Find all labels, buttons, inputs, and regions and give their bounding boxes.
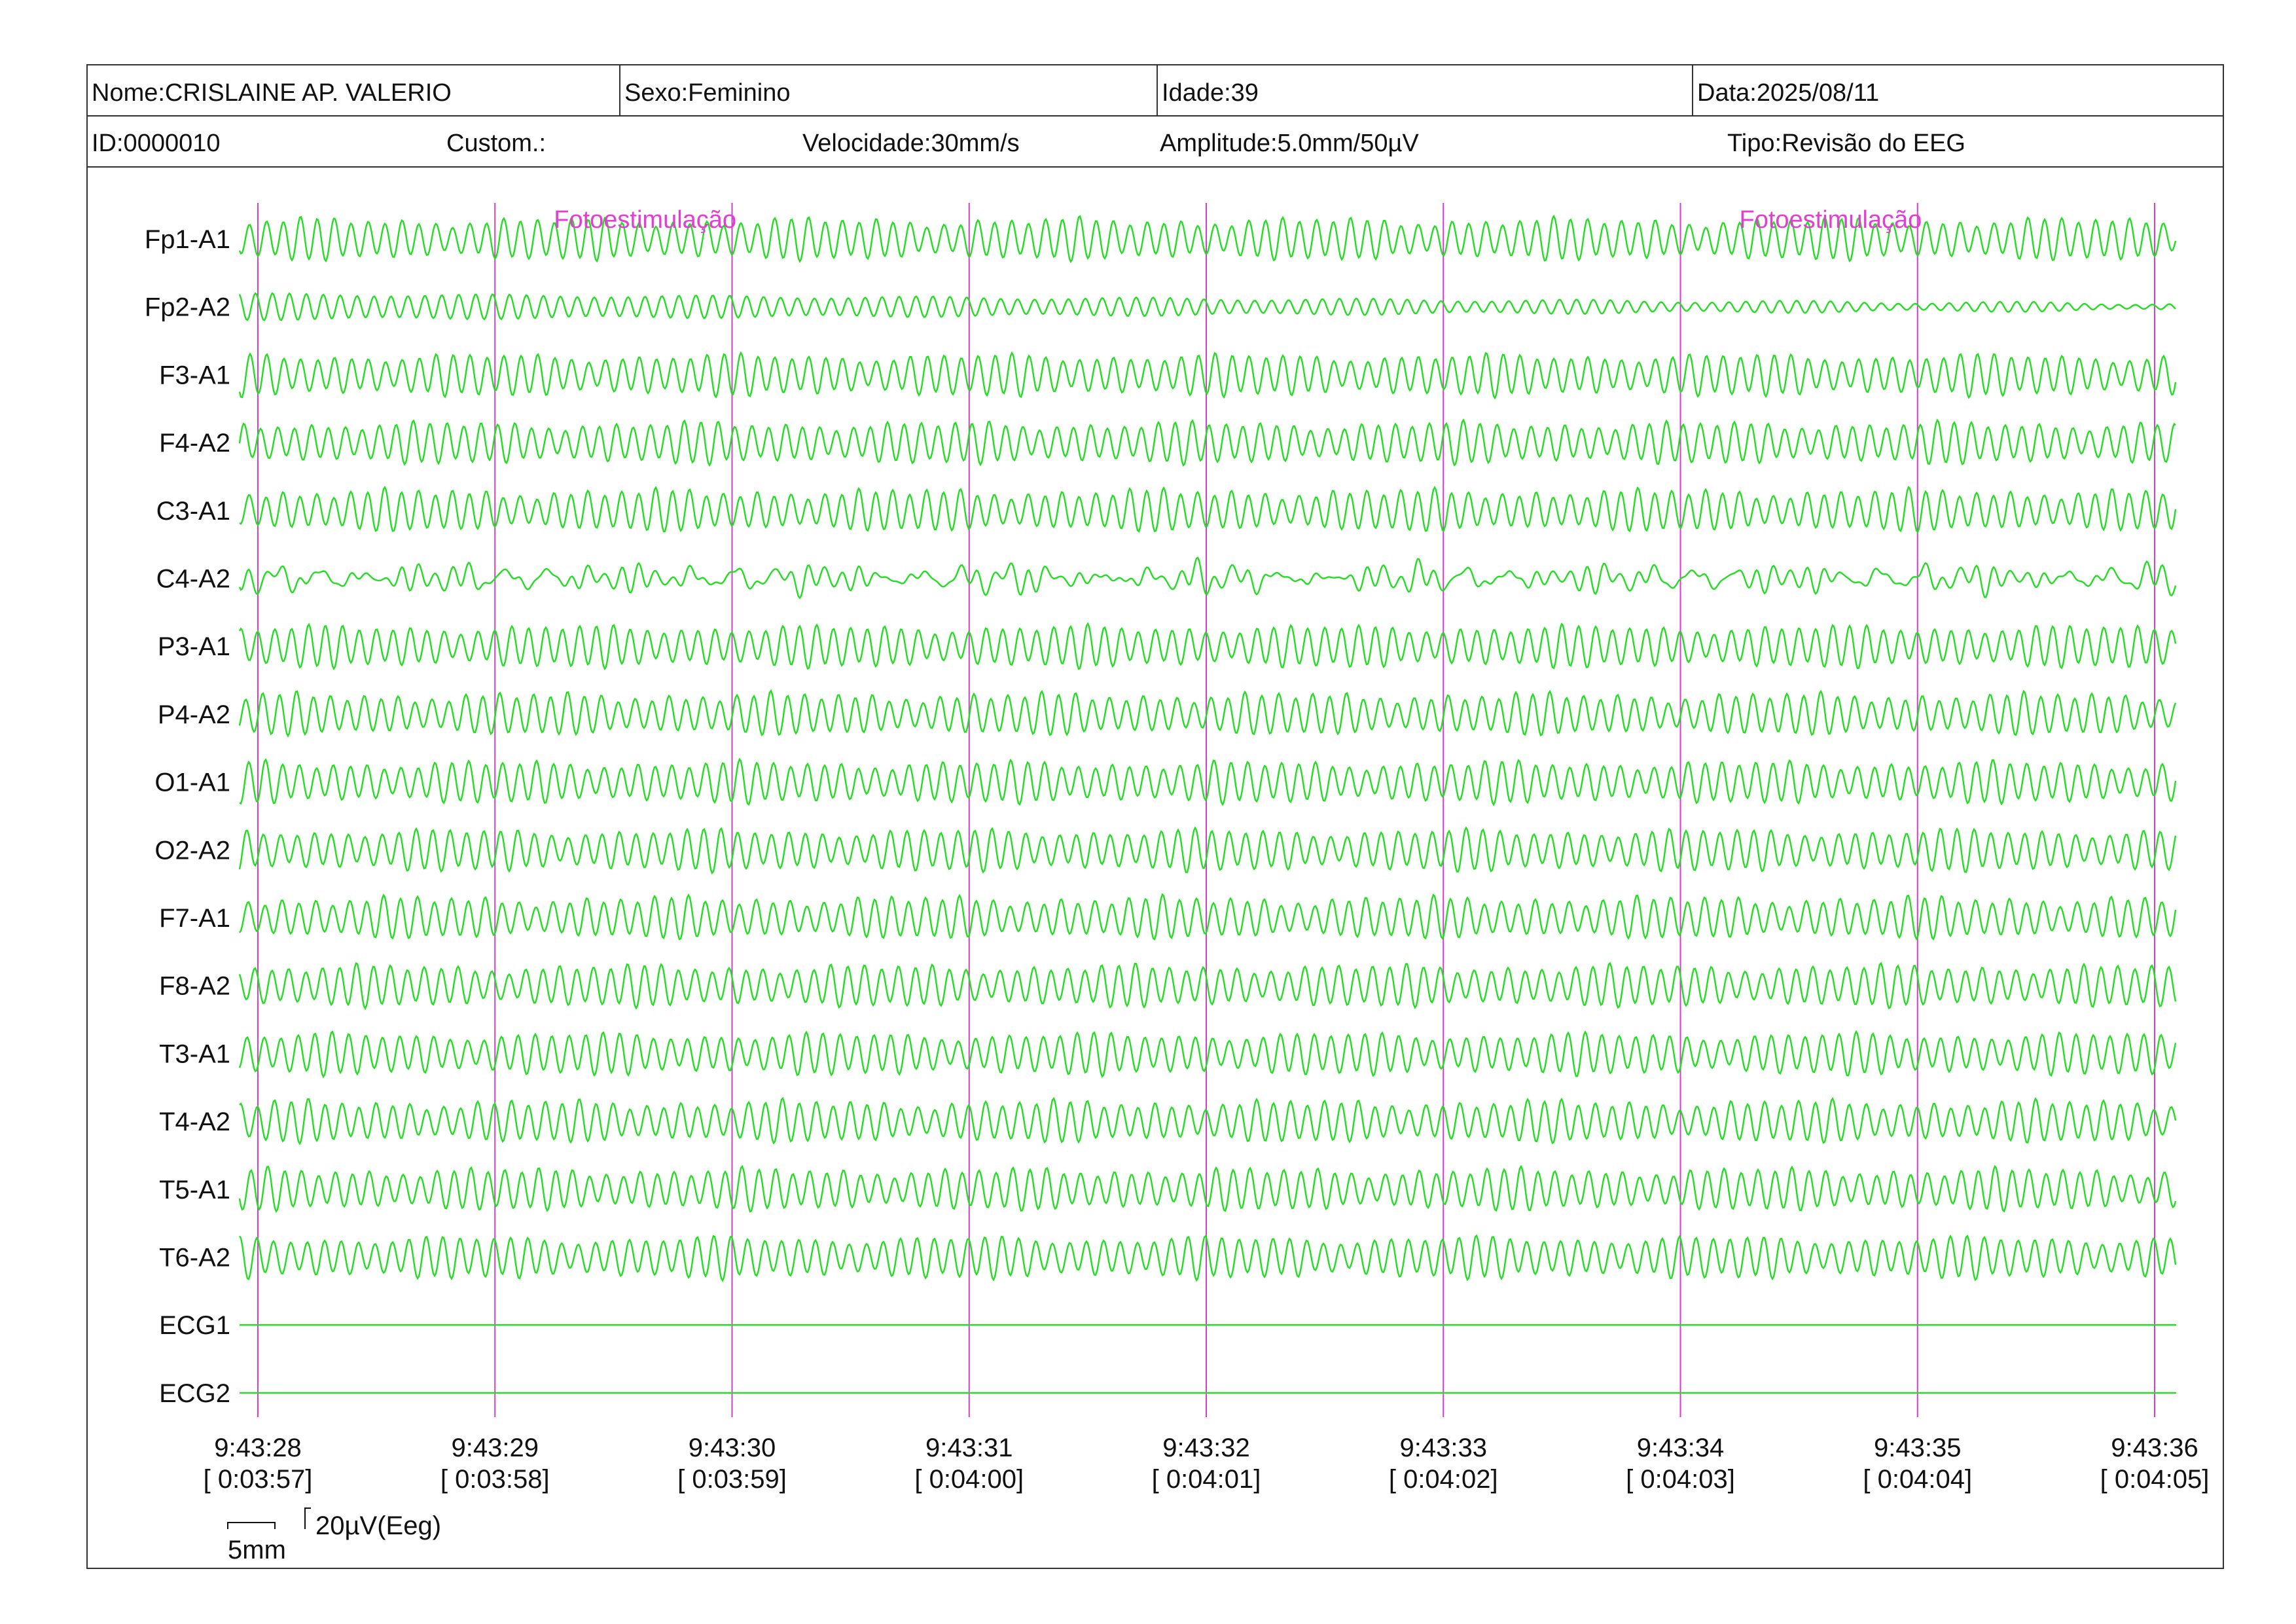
eeg-trace	[238, 1030, 2177, 1079]
eeg-trace	[239, 893, 2177, 941]
channel-label: P4-A2	[158, 700, 230, 729]
time-tick-clock: 9:43:34	[1637, 1434, 1724, 1462]
scale-amplitude-bracket	[304, 1507, 311, 1529]
scale-time-bracket	[227, 1522, 276, 1529]
photostimulation-annotation: Fotoestimulação	[1740, 206, 1922, 234]
channel-labels: Fp1-A1 Fp2-A2 F3-A1 F4-A2 C3-A1 C4-A2 P3-A1 P4-…	[145, 225, 230, 1408]
time-tick-clock: 9:43:35	[1874, 1434, 1961, 1462]
time-tick-clock: 9:43:32	[1162, 1434, 1249, 1462]
channel-label: C3-A1	[156, 497, 230, 526]
channel-label: Fp1-A1	[145, 225, 230, 254]
channel-label: ECG2	[159, 1379, 230, 1408]
channel-label: ECG1	[159, 1311, 230, 1340]
channel-label: P3-A1	[158, 632, 230, 661]
time-tick-elapsed: [ 0:04:05]	[2100, 1465, 2210, 1494]
time-tick-clock: 9:43:36	[2111, 1434, 2198, 1462]
eeg-trace	[239, 1096, 2177, 1146]
eeg-trace	[238, 689, 2177, 738]
time-tick-clock: 9:43:30	[689, 1434, 776, 1462]
time-tick-clock: 9:43:33	[1400, 1434, 1487, 1462]
eeg-trace	[239, 757, 2177, 806]
time-tick-clock: 9:43:28	[214, 1434, 301, 1462]
time-tick-elapsed: [ 0:03:57]	[204, 1465, 313, 1494]
channel-label: O2-A2	[154, 836, 230, 865]
time-tick-elapsed: [ 0:04:01]	[1152, 1465, 1261, 1494]
time-tick-elapsed: [ 0:04:04]	[1863, 1465, 1972, 1494]
time-axis: 9:43:28 [ 0:03:57] 9:43:29 [ 0:03:58] 9:43:3…	[204, 1434, 2210, 1494]
scale-bar: 5mm 20µV(Eeg)	[227, 1507, 441, 1564]
eeg-traces	[238, 214, 2177, 1394]
eeg-trace	[238, 351, 2177, 400]
time-tick-elapsed: [ 0:03:59]	[677, 1465, 787, 1494]
eeg-trace	[238, 826, 2177, 875]
eeg-trace	[238, 622, 2177, 671]
scale-time-label: 5mm	[228, 1536, 286, 1564]
time-tick-clock: 9:43:31	[925, 1434, 1013, 1462]
time-tick-elapsed: [ 0:03:58]	[440, 1465, 550, 1494]
eeg-trace	[238, 962, 2177, 1011]
channel-label: T6-A2	[159, 1244, 230, 1272]
time-tick-elapsed: [ 0:04:00]	[914, 1465, 1024, 1494]
channel-label: Fp2-A2	[145, 293, 230, 322]
time-tick-clock: 9:43:29	[452, 1434, 539, 1462]
eeg-trace	[238, 1234, 2177, 1282]
channel-label: T5-A1	[159, 1176, 230, 1204]
eeg-trace	[238, 418, 2176, 467]
photostimulation-annotation: Fotoestimulação	[554, 206, 736, 234]
channel-label: O1-A1	[154, 768, 230, 797]
channel-label: T3-A1	[159, 1039, 230, 1068]
eeg-trace	[238, 1164, 2177, 1214]
channel-label: F7-A1	[159, 904, 230, 933]
channel-label: F3-A1	[159, 361, 230, 389]
channel-label: F4-A2	[159, 429, 230, 458]
scale-amplitude-label: 20µV(Eeg)	[315, 1511, 441, 1540]
eeg-trace	[238, 556, 2177, 600]
channel-label: C4-A2	[156, 565, 230, 594]
eeg-trace	[239, 485, 2177, 534]
eeg-chart: Fp1-A1 Fp2-A2 F3-A1 F4-A2 C3-A1 C4-A2 P3-A1 P4-…	[145, 203, 2210, 1564]
channel-label: F8-A2	[159, 972, 230, 1001]
time-tick-elapsed: [ 0:04:02]	[1389, 1465, 1498, 1494]
eeg-trace	[238, 292, 2176, 321]
channel-label: T4-A2	[159, 1108, 230, 1136]
time-tick-elapsed: [ 0:04:03]	[1626, 1465, 1735, 1494]
